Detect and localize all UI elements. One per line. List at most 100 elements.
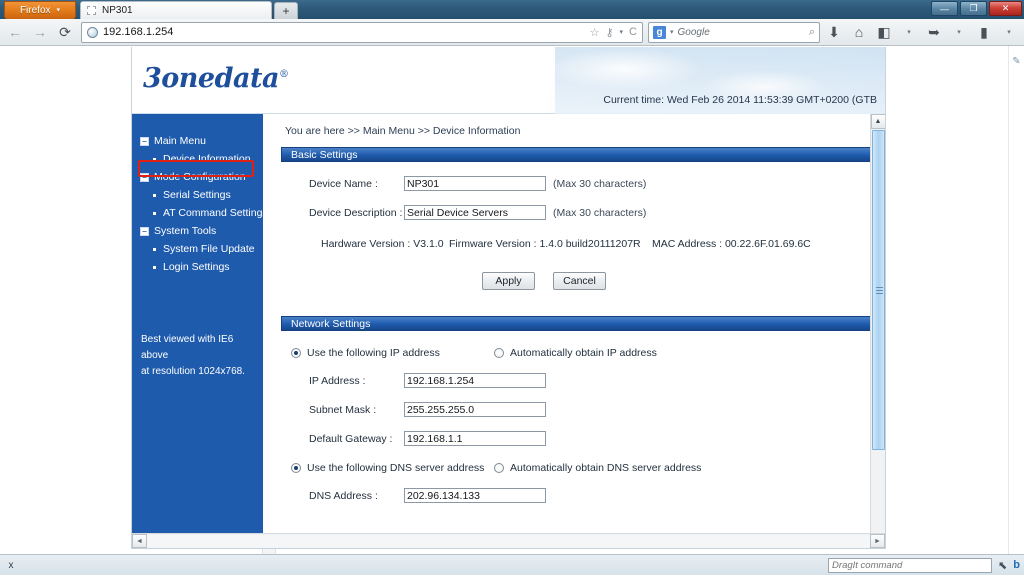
radio-use-following-dns[interactable]: Use the following DNS server address [291, 462, 494, 474]
firefox-menu-button[interactable]: Firefox ▾ [4, 1, 76, 19]
scroll-right-button[interactable]: ► [870, 534, 885, 548]
sidebar-item-system-file-update[interactable]: System File Update [140, 240, 263, 258]
back-arrow-icon: ← [8, 24, 22, 40]
section-title: Basic Settings [291, 148, 358, 161]
search-bar[interactable]: g ▾ Google ⌕ [648, 21, 820, 43]
home-button[interactable]: ⌂ [848, 21, 870, 43]
favicon-placeholder-icon [87, 6, 96, 15]
default-gateway-row: Default Gateway : [263, 431, 885, 446]
tab-strip: NP301 + [80, 0, 298, 19]
frame-horizontal-scrollbar[interactable]: ◄ ► [132, 533, 885, 548]
radio-button-icon[interactable] [291, 463, 301, 473]
browser-content: ▲ ▼ ✎ 3onedata® Current time: Wed Feb 26… [0, 46, 1024, 554]
chevron-down-icon: ▾ [907, 29, 911, 36]
chevron-down-icon[interactable]: ▾ [620, 28, 624, 36]
address-bar-actions: ☆ ⚷ ▾ C [590, 26, 637, 39]
default-gateway-input[interactable] [404, 431, 546, 446]
scroll-track[interactable] [872, 451, 885, 534]
downloads-button[interactable]: ⬇ [823, 21, 845, 43]
scroll-up-button[interactable]: ▲ [870, 114, 885, 129]
mac-address-label: MAC Address : 00.22.6F.01.69.6C [652, 238, 811, 250]
dragit-brand-icon[interactable]: b [1013, 559, 1020, 571]
bullet-icon [153, 157, 156, 161]
device-description-input[interactable] [404, 205, 546, 220]
version-info-row: Hardware Version : V3.1.0 Firmware Versi… [263, 238, 885, 250]
radio-label: Automatically obtain DNS server address [510, 462, 702, 474]
restore-button[interactable]: ❐ [960, 1, 987, 16]
radio-auto-obtain-ip[interactable]: Automatically obtain IP address [494, 347, 657, 359]
download-icon: ⬇ [828, 23, 840, 40]
new-tab-button[interactable]: + [274, 2, 298, 19]
page-action-icon[interactable]: ✎ [1009, 56, 1024, 67]
close-button[interactable]: ✕ [989, 1, 1022, 16]
sidebar-item-serial-settings[interactable]: Serial Settings [140, 186, 263, 204]
search-input[interactable]: Google [678, 27, 805, 38]
close-addon-bar-button[interactable]: x [4, 560, 18, 571]
scroll-track[interactable] [147, 534, 870, 548]
basic-settings-buttons: Apply Cancel [263, 272, 885, 290]
bookmarks-caret[interactable]: ▾ [898, 21, 920, 43]
sidebar-item-main-menu[interactable]: − Main Menu [140, 132, 263, 150]
device-name-input[interactable] [404, 176, 546, 191]
sidebar-toggle-button[interactable]: ▮ [973, 21, 995, 43]
subnet-mask-input[interactable] [404, 402, 546, 417]
radio-button-icon[interactable] [494, 463, 504, 473]
frame-vertical-scrollbar[interactable]: ▲ ▼ [870, 114, 885, 548]
firmware-version-label: Firmware Version : 1.4.0 build20111207R [449, 238, 641, 250]
reload-button[interactable]: ⟳ [54, 21, 76, 43]
radio-auto-obtain-dns[interactable]: Automatically obtain DNS server address [494, 462, 701, 474]
scroll-left-button[interactable]: ◄ [132, 534, 147, 548]
scroll-thumb[interactable] [871, 130, 885, 450]
radio-label: Automatically obtain IP address [510, 347, 657, 359]
sidebar-item-label: Main Menu [154, 134, 206, 147]
search-icon[interactable]: ⌕ [809, 26, 815, 39]
bookmark-star-icon[interactable]: ☆ [590, 26, 600, 39]
radio-button-icon[interactable] [291, 348, 301, 358]
device-name-row: Device Name : (Max 30 characters) [263, 176, 885, 191]
sidebar-item-device-information[interactable]: Device Information [140, 150, 263, 168]
ip-address-input[interactable] [404, 373, 546, 388]
chevron-down-icon: ▾ [56, 6, 61, 14]
sync-caret[interactable]: ▾ [948, 21, 970, 43]
sidebar-item-login-settings[interactable]: Login Settings [140, 258, 263, 276]
sidebar-item-label: System Tools [154, 224, 217, 237]
chevron-down-icon: ▾ [1007, 29, 1011, 36]
collapse-minus-icon[interactable]: − [140, 136, 149, 146]
address-bar[interactable]: 192.168.1.254 ☆ ⚷ ▾ C [81, 21, 643, 43]
go-reload-icon[interactable]: C [629, 26, 637, 38]
dragit-command-input[interactable] [828, 557, 993, 573]
sidebar-item-at-command-settings[interactable]: AT Command Settings [140, 204, 268, 222]
triangle-up-icon: ▲ [874, 118, 882, 125]
forward-button[interactable]: → [29, 21, 51, 43]
sidebar-item-system-tools[interactable]: − System Tools [140, 222, 263, 240]
sidebar-item-mode-configuration[interactable]: − Mode Configuration [140, 168, 263, 186]
chevron-down-icon[interactable]: ▾ [670, 28, 674, 36]
brand-logo-text: 3onedata [143, 63, 279, 94]
bookmarks-button[interactable]: ◧ [873, 21, 895, 43]
dns-address-label: DNS Address : [309, 489, 378, 502]
restore-icon: ❐ [969, 3, 978, 13]
minimize-icon: — [940, 3, 949, 14]
permissions-icon[interactable]: ⚷ [605, 26, 613, 39]
sync-button[interactable]: ➥ [923, 21, 945, 43]
apply-button[interactable]: Apply [482, 272, 535, 290]
registered-trademark-icon: ® [278, 69, 289, 80]
hardware-version-label: Hardware Version : V3.1.0 [321, 238, 444, 250]
bullet-icon [153, 247, 156, 251]
current-time-label: Current time: Wed Feb 26 2014 11:53:39 G… [603, 94, 877, 106]
menu-list: − Main Menu Device Information − Mode Co… [140, 132, 268, 276]
google-icon: g [653, 25, 666, 39]
collapse-minus-icon[interactable]: − [140, 172, 149, 182]
dns-address-input[interactable] [404, 488, 546, 503]
radio-button-icon[interactable] [494, 348, 504, 358]
cancel-button[interactable]: Cancel [553, 272, 606, 290]
collapse-minus-icon[interactable]: − [140, 226, 149, 236]
browser-window: Firefox ▾ NP301 + — ❐ ✕ ← → ⟳ 192.168.1.… [0, 0, 1024, 576]
device-web-page: 3onedata® Current time: Wed Feb 26 2014 … [131, 47, 886, 549]
tab-np301[interactable]: NP301 [80, 1, 272, 19]
radio-use-following-ip[interactable]: Use the following IP address [291, 347, 494, 359]
cursor-pointer-icon[interactable]: ⬉ [998, 559, 1007, 572]
toolbar-overflow-caret[interactable]: ▾ [998, 21, 1020, 43]
minimize-button[interactable]: — [931, 1, 958, 16]
back-button[interactable]: ← [4, 21, 26, 43]
